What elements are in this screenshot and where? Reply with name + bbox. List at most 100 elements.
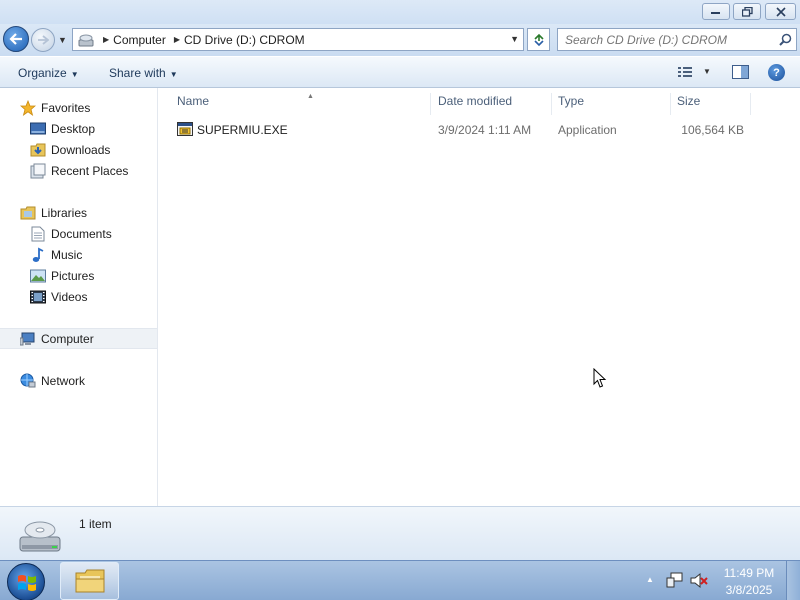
- network-tray-icon[interactable]: [666, 572, 684, 589]
- windows-logo-icon: [18, 575, 36, 591]
- change-view-button[interactable]: [677, 65, 693, 79]
- preview-pane-button[interactable]: [732, 65, 750, 83]
- clock-time[interactable]: 11:49 PM: [718, 566, 780, 580]
- column-size-label: Size: [677, 94, 701, 108]
- start-button[interactable]: [7, 563, 45, 600]
- breadcrumb-cd-drive[interactable]: CD Drive (D:) CDROM: [184, 33, 305, 47]
- recent-places-icon: [30, 163, 46, 179]
- nav-music[interactable]: Music: [0, 244, 157, 265]
- nav-network[interactable]: Network: [0, 370, 157, 391]
- command-bar: Organize ▼ Share with ▼ ▼ ?: [0, 56, 800, 88]
- nav-recent-places[interactable]: Recent Places: [0, 160, 157, 181]
- nav-videos-label: Videos: [51, 289, 88, 304]
- nav-desktop[interactable]: Desktop: [0, 118, 157, 139]
- file-list: ▲ Name Date modified Type Size SUPERMIU.…: [159, 88, 800, 506]
- nav-recent-places-label: Recent Places: [51, 163, 129, 178]
- minimize-button[interactable]: [702, 3, 730, 20]
- view-options-dropdown-icon[interactable]: ▼: [703, 67, 711, 76]
- cd-drive-icon: [19, 521, 61, 552]
- preview-pane-icon: [732, 65, 749, 79]
- column-type-label: Type: [558, 94, 585, 108]
- nav-downloads-label: Downloads: [51, 142, 111, 157]
- breadcrumb-separator-icon[interactable]: ▶: [174, 35, 180, 44]
- back-arrow-icon: [9, 33, 22, 45]
- nav-favorites[interactable]: Favorites: [0, 97, 157, 118]
- help-icon: ?: [773, 66, 780, 79]
- forward-arrow-icon: [38, 35, 49, 45]
- column-name-label: Name: [177, 94, 210, 108]
- show-desktop-button[interactable]: [786, 561, 800, 600]
- music-icon: [30, 247, 46, 263]
- column-header-date-modified[interactable]: Date modified: [432, 93, 552, 115]
- computer-icon: [20, 331, 36, 347]
- organize-label: Organize: [18, 66, 67, 80]
- file-date-modified: 3/9/2024 1:11 AM: [438, 123, 532, 137]
- share-with-label: Share with: [109, 66, 166, 80]
- file-size: 106,564 KB: [681, 123, 744, 137]
- downloads-icon: [30, 142, 46, 158]
- column-header-size[interactable]: Size: [671, 93, 751, 115]
- videos-icon: [30, 289, 46, 305]
- nav-libraries[interactable]: Libraries: [0, 202, 157, 223]
- sort-ascending-icon: ▲: [307, 93, 314, 100]
- mouse-cursor-icon: [593, 368, 607, 388]
- column-date-label: Date modified: [438, 94, 513, 108]
- details-pane: 1 item: [0, 506, 800, 560]
- documents-icon: [30, 226, 46, 242]
- cd-drive-icon: [78, 34, 94, 46]
- nav-network-label: Network: [41, 373, 86, 388]
- share-with-button[interactable]: Share with ▼: [109, 66, 178, 80]
- desktop-icon: [30, 121, 46, 137]
- back-button[interactable]: [3, 26, 29, 52]
- nav-computer[interactable]: Computer: [0, 328, 157, 349]
- nav-desktop-label: Desktop: [51, 121, 96, 136]
- organize-button[interactable]: Organize ▼: [18, 66, 79, 80]
- refresh-button[interactable]: [527, 28, 550, 51]
- nav-favorites-label: Favorites: [41, 100, 91, 115]
- chevron-down-icon: ▼: [70, 70, 79, 79]
- breadcrumb-computer[interactable]: Computer: [113, 33, 166, 47]
- help-button[interactable]: ?: [768, 64, 785, 81]
- close-button[interactable]: [765, 3, 796, 20]
- address-dropdown-icon[interactable]: ▼: [510, 34, 519, 44]
- forward-button[interactable]: [31, 28, 55, 52]
- address-bar[interactable]: ▶ Computer ▶ CD Drive (D:) CDROM ▼: [72, 28, 524, 51]
- minimize-icon: [711, 11, 720, 14]
- column-header-type[interactable]: Type: [552, 93, 671, 115]
- title-bar: [0, 0, 800, 24]
- details-view-icon: [678, 67, 692, 77]
- item-count: 1 item: [79, 517, 112, 531]
- nav-pictures[interactable]: Pictures: [0, 265, 157, 286]
- taskbar-explorer-button[interactable]: [60, 562, 119, 600]
- nav-downloads[interactable]: Downloads: [0, 139, 157, 160]
- network-icon: [20, 373, 36, 389]
- navigation-bar: ▼ ▶ Computer ▶ CD Drive (D:) CDROM ▼: [0, 24, 800, 56]
- show-hidden-icons-icon[interactable]: ▲: [646, 575, 654, 584]
- taskbar: ▲ 11:49 PM 3/8/2025: [0, 560, 800, 600]
- refresh-icon: [533, 33, 544, 46]
- chevron-down-icon: ▼: [169, 70, 178, 79]
- file-type: Application: [558, 123, 617, 137]
- nav-documents[interactable]: Documents: [0, 223, 157, 244]
- column-header-name[interactable]: ▲ Name: [171, 93, 431, 115]
- recent-pages-dropdown-icon[interactable]: ▼: [58, 35, 67, 45]
- folder-icon: [75, 569, 104, 593]
- volume-muted-icon[interactable]: [690, 572, 708, 589]
- nav-computer-label: Computer: [41, 331, 94, 346]
- restore-button[interactable]: [733, 3, 761, 20]
- search-box[interactable]: [557, 28, 797, 51]
- nav-videos[interactable]: Videos: [0, 286, 157, 307]
- nav-libraries-label: Libraries: [41, 205, 88, 220]
- navigation-pane: Favorites Desktop Downloads Recent Place…: [0, 88, 158, 506]
- file-row[interactable]: SUPERMIU.EXE 3/9/2024 1:11 AM Applicatio…: [171, 120, 751, 140]
- breadcrumb-separator-icon[interactable]: ▶: [103, 35, 109, 44]
- search-input[interactable]: [558, 29, 768, 50]
- close-icon: [775, 6, 786, 17]
- application-exe-icon: [177, 121, 194, 141]
- search-icon[interactable]: [779, 33, 792, 46]
- pictures-icon: [30, 268, 46, 284]
- libraries-icon: [20, 205, 36, 221]
- nav-documents-label: Documents: [51, 226, 112, 241]
- file-name: SUPERMIU.EXE: [197, 123, 288, 137]
- clock-date[interactable]: 3/8/2025: [718, 583, 780, 597]
